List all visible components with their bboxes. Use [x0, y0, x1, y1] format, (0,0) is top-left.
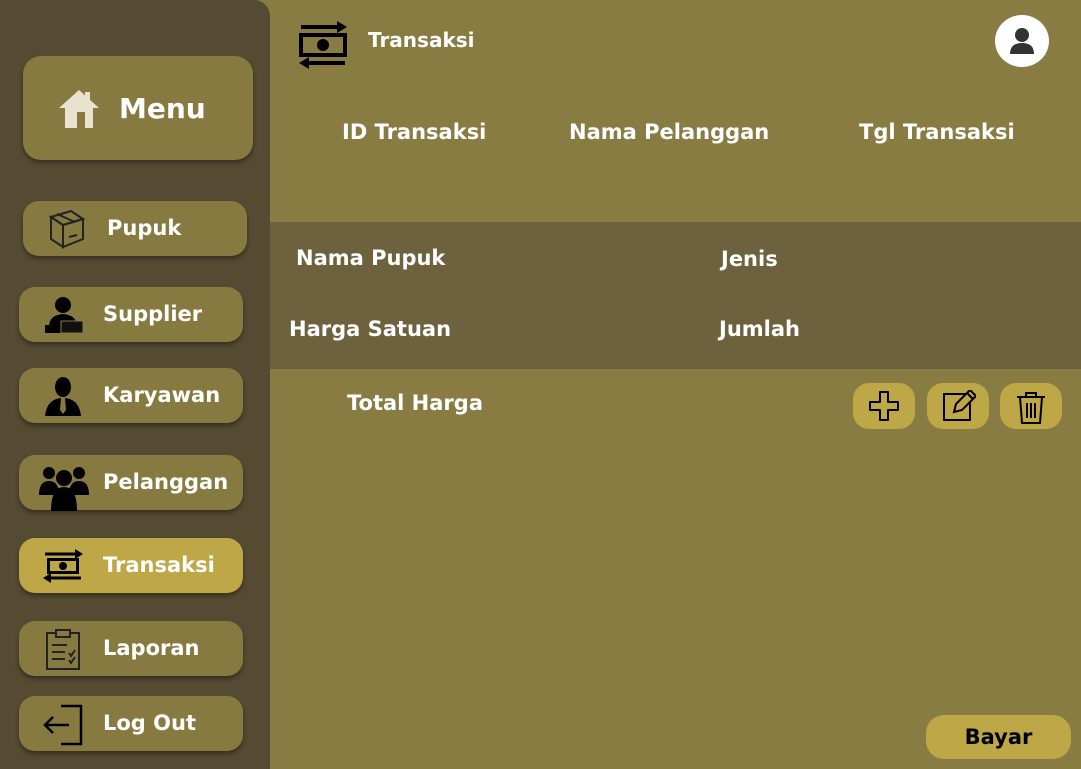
house-icon: [57, 88, 101, 134]
clipboard-icon: [41, 629, 85, 670]
label-jumlah: Jumlah: [719, 317, 800, 341]
box-icon: [45, 209, 89, 249]
page-title: Transaksi: [368, 28, 475, 52]
sidebar-item-label: Transaksi: [103, 553, 215, 577]
item-detail-panel: Nama Pupuk Jenis Harga Satuan Jumlah: [270, 222, 1081, 369]
edit-button[interactable]: [927, 383, 989, 429]
label-id-transaksi: ID Transaksi: [342, 120, 487, 144]
supplier-icon: [41, 295, 85, 335]
label-harga-satuan: Harga Satuan: [289, 317, 452, 341]
sidebar-item-karyawan[interactable]: Karyawan: [19, 368, 243, 423]
money-exchange-icon: [295, 21, 351, 73]
customers-icon: [39, 463, 89, 511]
sidebar-item-pupuk[interactable]: Pupuk: [23, 201, 247, 256]
pay-button[interactable]: Bayar: [926, 715, 1071, 759]
sidebar-item-label: Pelanggan: [103, 470, 229, 494]
sidebar-item-label: Pupuk: [107, 216, 182, 240]
menu-header: Menu: [23, 56, 253, 160]
menu-title: Menu: [119, 92, 206, 125]
sidebar-item-label: Laporan: [103, 636, 200, 660]
sidebar-item-pelanggan[interactable]: Pelanggan: [19, 455, 243, 511]
sidebar-item-logout[interactable]: Log Out: [19, 696, 243, 751]
delete-button[interactable]: [1000, 383, 1062, 429]
edit-icon: [943, 390, 976, 421]
label-nama-pelanggan: Nama Pelanggan: [569, 120, 770, 144]
trash-icon: [1017, 392, 1045, 424]
add-button[interactable]: [853, 383, 915, 429]
money-exchange-icon: [41, 546, 85, 586]
employee-icon: [41, 376, 85, 416]
label-tgl-transaksi: Tgl Transaksi: [859, 120, 1015, 144]
user-icon: [1010, 28, 1034, 54]
sidebar-item-label: Log Out: [103, 711, 196, 735]
label-nama-pupuk: Nama Pupuk: [296, 246, 446, 270]
plus-icon: [869, 391, 899, 421]
label-total-harga: Total Harga: [347, 391, 483, 415]
logout-icon: [41, 704, 85, 746]
page-header: Transaksi ID Transaksi Nama Pelanggan Tg…: [270, 0, 1081, 222]
sidebar: Menu Pupuk Supplier Karyawan Pelanggan T…: [0, 0, 270, 769]
label-jenis: Jenis: [721, 247, 778, 271]
sidebar-item-transaksi[interactable]: Transaksi: [19, 538, 243, 593]
sidebar-item-supplier[interactable]: Supplier: [19, 287, 243, 342]
sidebar-item-laporan[interactable]: Laporan: [19, 621, 243, 676]
sidebar-item-label: Karyawan: [103, 383, 221, 407]
profile-avatar[interactable]: [995, 15, 1049, 67]
sidebar-item-label: Supplier: [103, 302, 203, 326]
